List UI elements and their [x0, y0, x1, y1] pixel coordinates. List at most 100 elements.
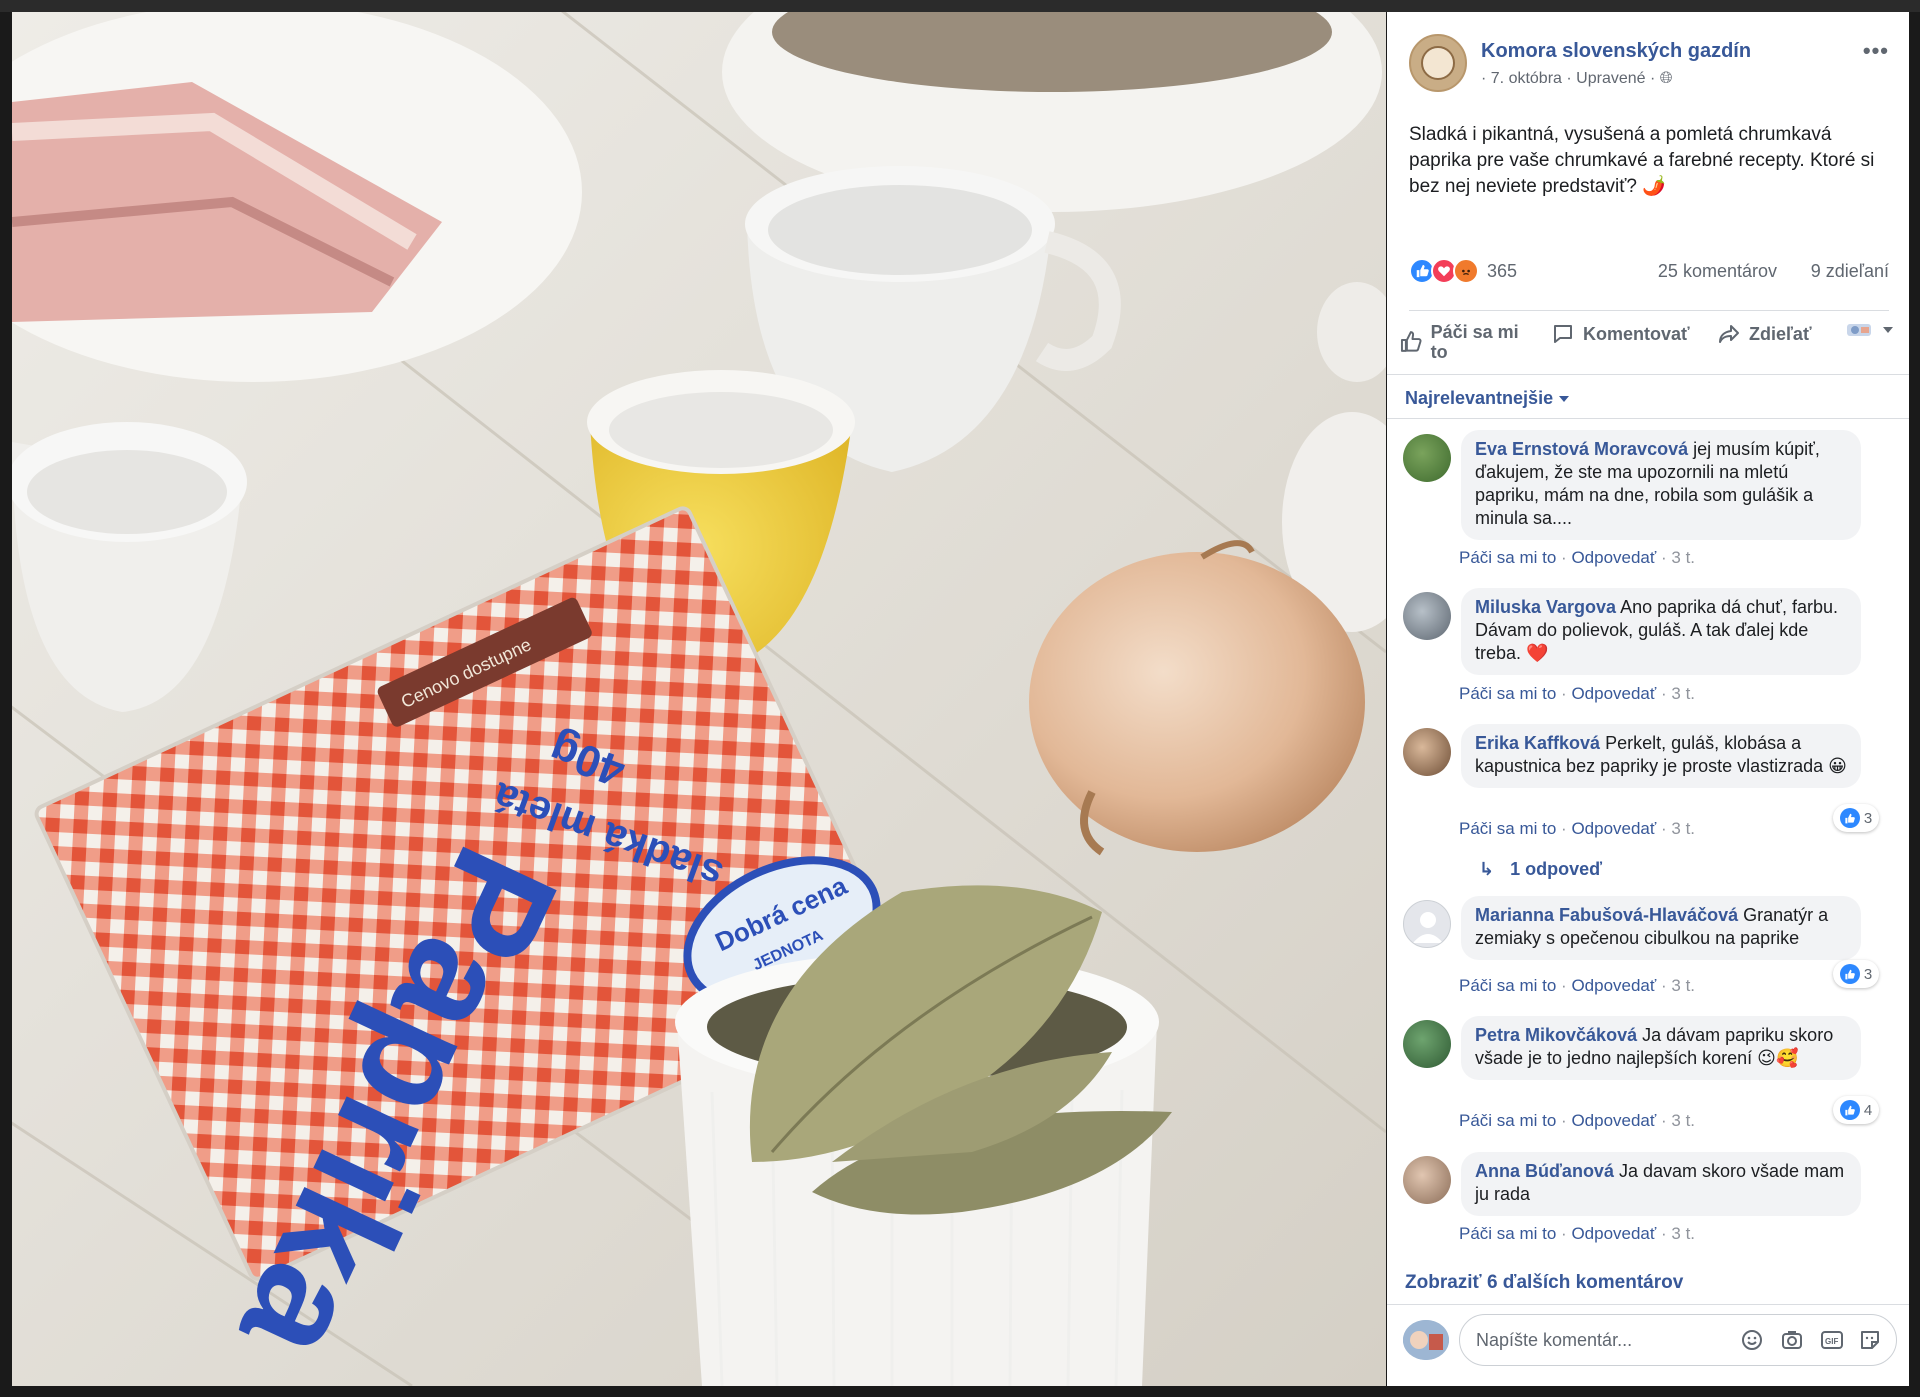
page-name-link[interactable]: Komora slovenských gazdín [1481, 40, 1751, 63]
like-count-value: 3 [1863, 809, 1873, 827]
profile-thumb-icon [1847, 324, 1871, 336]
view-more-comments-link[interactable]: Zobraziť 6 ďalších komentárov [1405, 1272, 1683, 1294]
photo-illustration: Paprika 40g sladká mletá Cenovo dostupne… [12, 12, 1386, 1386]
comment-like-count[interactable]: 3 [1833, 804, 1879, 832]
comment-composer: GIF [1403, 1314, 1897, 1368]
post-photo[interactable]: Paprika 40g sladká mletá Cenovo dostupne… [12, 12, 1386, 1386]
post-meta: · 7. októbra · Upravené · 🌐︎ [1481, 70, 1673, 88]
comment-sort-dropdown[interactable]: Najrelevantnejšie [1405, 388, 1570, 409]
comment-time[interactable]: 3 t. [1671, 1224, 1695, 1243]
reaction-count[interactable]: 365 [1487, 261, 1517, 282]
chevron-down-icon [1883, 327, 1893, 333]
comment-bubble: Erika Kaffková Perkelt, guláš, klobása a… [1461, 724, 1861, 788]
more-options-icon[interactable]: ••• [1863, 38, 1889, 64]
comment-like-link[interactable]: Páči sa mi to [1459, 1224, 1556, 1243]
comment-input[interactable] [1476, 1315, 1716, 1365]
comment-icon [1554, 325, 1572, 343]
angry-icon [1453, 258, 1479, 284]
replies-label: 1 odpoveď [1510, 859, 1603, 879]
commenter-avatar[interactable] [1403, 900, 1451, 948]
emoji-icon[interactable] [1740, 1328, 1764, 1352]
commenter-avatar[interactable] [1403, 434, 1451, 482]
commenter-name[interactable]: Petra Mikovčáková [1475, 1025, 1637, 1045]
reply-arrow-icon: ↳ [1479, 859, 1495, 879]
globe-icon: 🌐︎ [1659, 70, 1673, 87]
like-icon [1839, 1100, 1860, 1120]
comment-reply-link[interactable]: Odpovedať [1571, 548, 1656, 567]
comment-bubble: Anna Búďanová Ja davam skoro všade mam j… [1461, 1152, 1861, 1216]
comment-time[interactable]: 3 t. [1671, 684, 1695, 703]
post-side-panel: Komora slovenských gazdín · 7. októbra ·… [1387, 12, 1909, 1386]
comment-actions: Páči sa mi to · Odpovedať · 3 t. [1459, 819, 1696, 838]
reaction-selector[interactable] [1847, 322, 1893, 338]
comment-reply-link[interactable]: Odpovedať [1571, 1224, 1656, 1243]
comment-input-box[interactable]: GIF [1459, 1314, 1897, 1366]
like-count-value: 4 [1863, 1101, 1873, 1119]
user-avatar[interactable] [1403, 1320, 1449, 1360]
comment-bubble: Miluska Vargova Ano paprika dá chuť, far… [1461, 588, 1861, 675]
gif-icon[interactable]: GIF [1820, 1328, 1844, 1352]
comment-like-count[interactable]: 4 [1833, 1096, 1879, 1124]
camera-icon[interactable] [1780, 1328, 1804, 1352]
comment-like-link[interactable]: Páči sa mi to [1459, 819, 1556, 838]
commenter-avatar[interactable] [1403, 592, 1451, 640]
comment-time[interactable]: 3 t. [1671, 819, 1695, 838]
comment-bubble: Eva Ernstová Moravcová jej musím kúpiť, … [1461, 430, 1861, 540]
edited-label[interactable]: · Upravené · [1566, 70, 1655, 87]
divider [1409, 310, 1889, 311]
commenter-name[interactable]: Eva Ernstová Moravcová [1475, 439, 1688, 459]
divider [1387, 1304, 1909, 1305]
divider [1387, 374, 1909, 375]
post-header: Komora slovenských gazdín · 7. októbra ·… [1409, 34, 1889, 104]
like-button-label: Páči sa mi to [1430, 322, 1519, 362]
page-avatar[interactable] [1409, 34, 1467, 92]
comment-like-link[interactable]: Páči sa mi to [1459, 976, 1556, 995]
comment-bubble: Petra Mikovčáková Ja dávam papriku skoro… [1461, 1016, 1861, 1080]
svg-text:GIF: GIF [1825, 1337, 1838, 1346]
share-button-label: Zdieľať [1749, 323, 1812, 344]
chevron-down-icon [1559, 395, 1570, 402]
comment-time[interactable]: 3 t. [1671, 548, 1695, 567]
share-count[interactable]: 9 zdieľaní [1811, 261, 1889, 282]
comment-reply-link[interactable]: Odpovedať [1571, 819, 1656, 838]
post-text: Sladká i pikantná, vysušená a pomletá ch… [1409, 124, 1875, 197]
commenter-avatar[interactable] [1403, 1020, 1451, 1068]
like-button[interactable]: Páči sa mi to [1399, 322, 1539, 362]
like-count-value: 3 [1863, 965, 1873, 983]
comment-button-label: Komentovať [1583, 323, 1690, 344]
share-icon [1719, 325, 1739, 343]
commenter-avatar[interactable] [1403, 728, 1451, 776]
divider [1387, 418, 1909, 419]
comment-like-link[interactable]: Páči sa mi to [1459, 548, 1556, 567]
comment-like-count[interactable]: 3 [1833, 960, 1879, 988]
commenter-name[interactable]: Anna Búďanová [1475, 1161, 1614, 1181]
share-button[interactable]: Zdieľať [1717, 322, 1812, 346]
comment-actions: Páči sa mi to · Odpovedať · 3 t. [1459, 684, 1696, 703]
commenter-avatar[interactable] [1403, 1156, 1451, 1204]
comment-actions: Páči sa mi to · Odpovedať · 3 t. [1459, 1111, 1696, 1130]
like-icon [1839, 808, 1860, 828]
comment-time[interactable]: 3 t. [1671, 976, 1695, 995]
post-actions: Páči sa mi to Komentovať Zdieľať [1399, 314, 1893, 370]
post-date[interactable]: · 7. októbra [1481, 70, 1562, 87]
sticker-icon[interactable] [1858, 1328, 1882, 1352]
comment-reply-link[interactable]: Odpovedať [1571, 684, 1656, 703]
like-icon [1839, 964, 1860, 984]
comment-reply-link[interactable]: Odpovedať [1571, 976, 1656, 995]
comment-count[interactable]: 25 komentárov [1658, 261, 1777, 282]
comment-reply-link[interactable]: Odpovedať [1571, 1111, 1656, 1130]
comment-time[interactable]: 3 t. [1671, 1111, 1695, 1130]
commenter-name[interactable]: Marianna Fabušová-Hlaváčová [1475, 905, 1738, 925]
commenter-name[interactable]: Miluska Vargova [1475, 597, 1616, 617]
comment-actions: Páči sa mi to · Odpovedať · 3 t. [1459, 976, 1696, 995]
sort-label: Najrelevantnejšie [1405, 388, 1554, 408]
commenter-name[interactable]: Erika Kaffková [1475, 733, 1600, 753]
comment-like-link[interactable]: Páči sa mi to [1459, 684, 1556, 703]
reactions-summary: 365 25 komentárov 9 zdieľaní [1409, 256, 1889, 290]
comment-actions: Páči sa mi to · Odpovedať · 3 t. [1459, 1224, 1696, 1243]
browser-top-strip [0, 0, 1920, 12]
comment-bubble: Marianna Fabušová-Hlaváčová Granatýr a z… [1461, 896, 1861, 960]
view-replies-link[interactable]: ↳ 1 odpoveď [1479, 859, 1602, 880]
comment-actions: Páči sa mi to · Odpovedať · 3 t. [1459, 548, 1696, 567]
comment-like-link[interactable]: Páči sa mi to [1459, 1111, 1556, 1130]
